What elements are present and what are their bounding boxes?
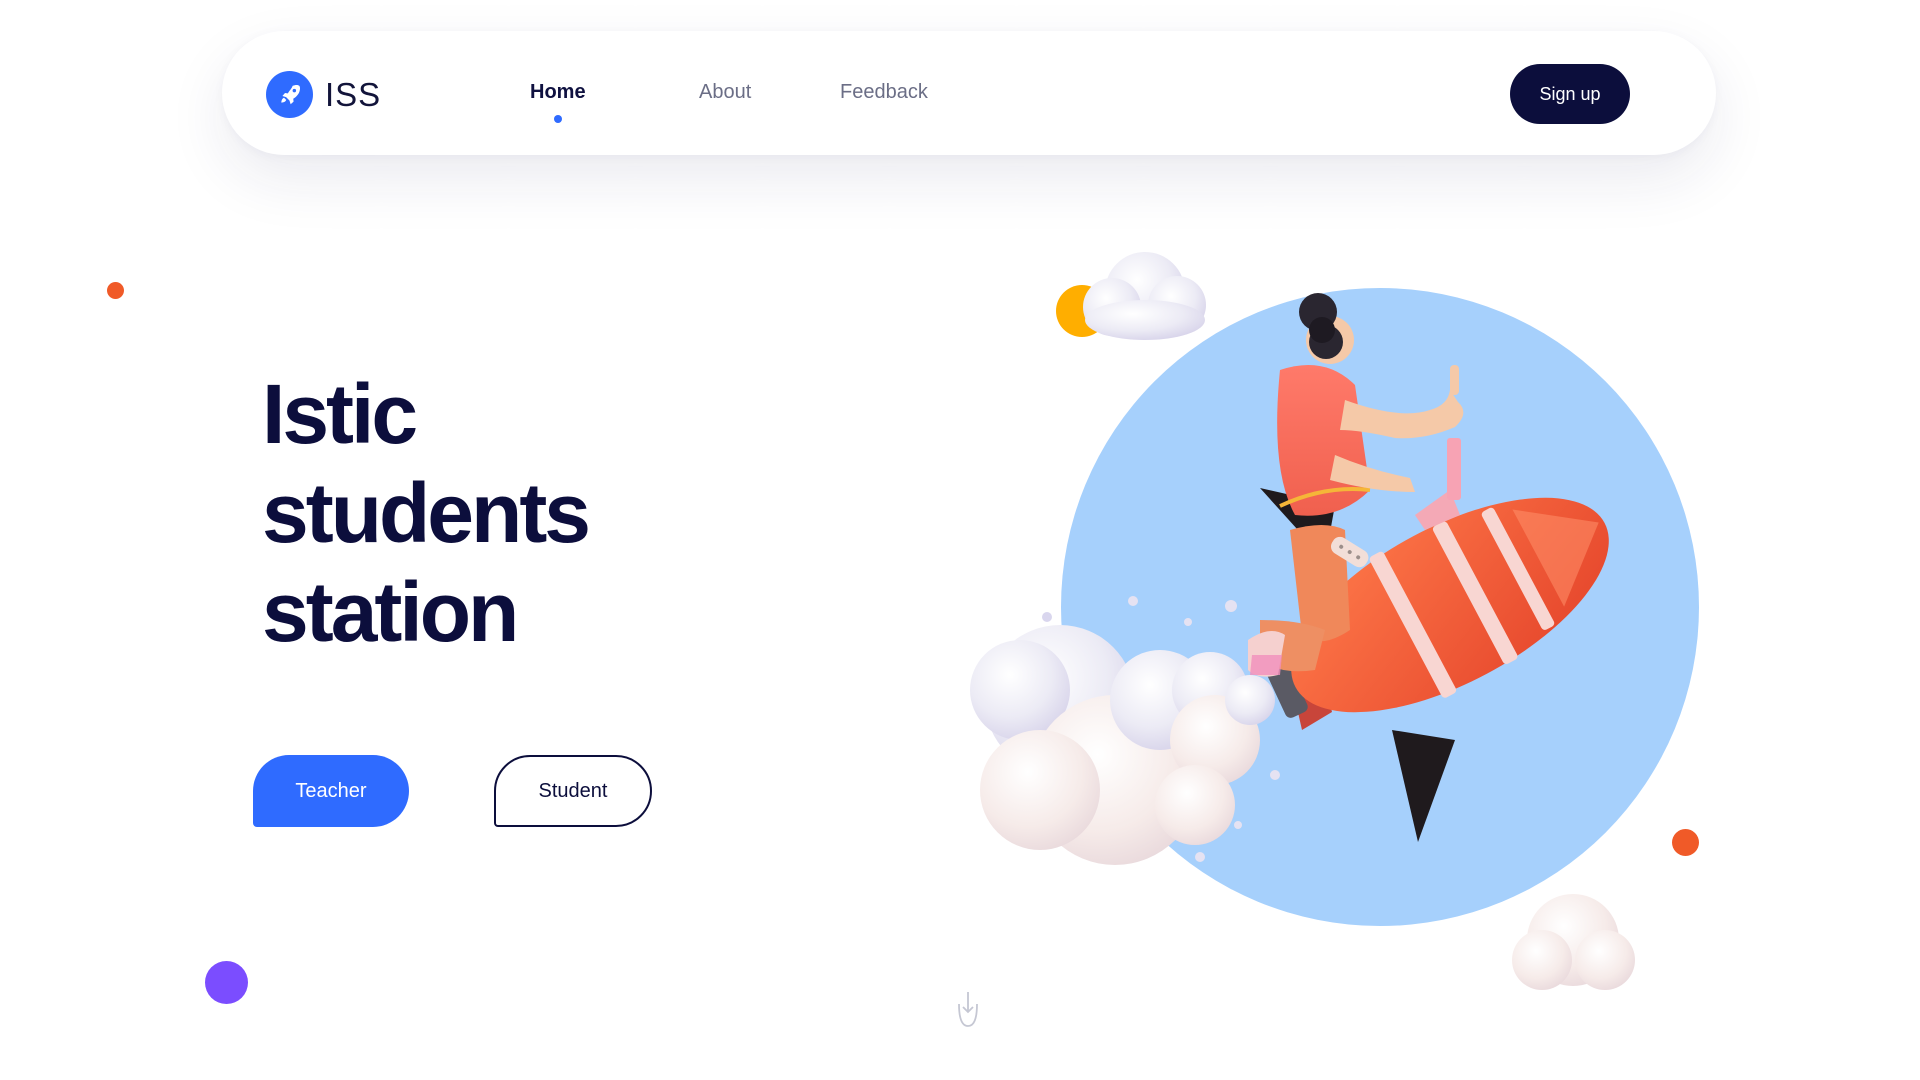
decorative-orange-dot [107, 282, 124, 299]
student-button[interactable]: Student [494, 755, 652, 827]
hero-title: Istic students station [262, 365, 862, 662]
nav-feedback-label: Feedback [840, 81, 928, 103]
nav-feedback[interactable]: Feedback [840, 81, 928, 104]
hero-title-line-3: station [262, 565, 519, 659]
signup-button[interactable]: Sign up [1510, 64, 1630, 124]
hero-title-line-2: students [262, 466, 591, 560]
cloud-top [1083, 252, 1206, 340]
nav-home[interactable]: Home [530, 81, 586, 123]
landing-page: ISS Home About Feedback Sign up Istic st… [0, 0, 1920, 1080]
nav-home-label: Home [530, 81, 586, 103]
hero-illustration [930, 230, 1710, 990]
decorative-purple-dot [205, 961, 248, 1004]
teacher-button[interactable]: Teacher [253, 755, 409, 827]
top-navbar: ISS Home About Feedback Sign up [222, 31, 1716, 155]
nav-about-label: About [699, 81, 752, 103]
brand-name: ISS [325, 75, 382, 113]
brand-logo[interactable]: ISS [266, 71, 381, 118]
cloud-bottom-right [1512, 894, 1635, 990]
hero-title-line-1: Istic [262, 367, 418, 461]
mouse-scroll-down-icon[interactable] [955, 990, 981, 1033]
rocket-icon [266, 71, 313, 118]
active-indicator-dot [553, 115, 562, 123]
nav-about[interactable]: About [699, 81, 751, 104]
